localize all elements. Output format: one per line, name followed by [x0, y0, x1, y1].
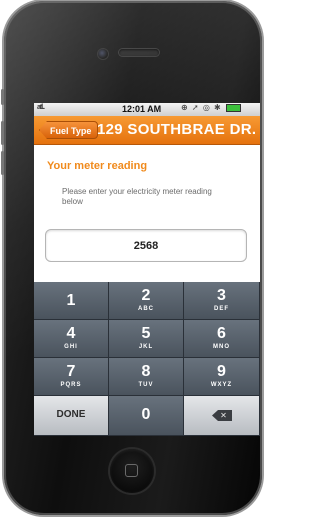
- home-square-icon: [125, 464, 138, 477]
- done-key[interactable]: DONE: [34, 396, 109, 436]
- home-button[interactable]: [110, 449, 154, 493]
- key-9[interactable]: 9 WXYZ: [184, 358, 260, 396]
- key-letters: JKL: [138, 344, 154, 350]
- status-time: 12:01 AM: [122, 104, 162, 114]
- key-1[interactable]: 1: [34, 282, 109, 320]
- navigation-bar: Fuel Type 129 SOUTHBRAE DR...: [34, 116, 260, 145]
- key-7[interactable]: 7 PQRS: [34, 358, 109, 396]
- meter-reading-form: Your meter reading Please enter your ele…: [34, 145, 260, 282]
- status-symbols: ⊕ ➚ ◎ ✱: [181, 103, 222, 112]
- status-bar: atl.. 12:01 AM ⊕ ➚ ◎ ✱: [34, 103, 260, 116]
- key-letters: PQRS: [60, 382, 82, 388]
- volume-down-button: [1, 151, 4, 175]
- key-digit: 3: [217, 287, 226, 304]
- delete-key[interactable]: ✕: [184, 396, 260, 436]
- done-label: DONE: [56, 409, 86, 420]
- page-title: 129 SOUTHBRAE DR...: [97, 121, 257, 138]
- key-4[interactable]: 4 GHI: [34, 320, 109, 358]
- key-digit: 2: [141, 287, 151, 304]
- back-button-fuel-type[interactable]: Fuel Type: [39, 121, 99, 139]
- numeric-keypad: 1 2 ABC 3 DEF 4 GHI 5 JKL 6 MNO 7 PQRS 8…: [34, 282, 260, 436]
- volume-up-button: [1, 121, 4, 145]
- status-icons: ⊕ ➚ ◎ ✱: [181, 103, 241, 112]
- signal-strength: atl..: [37, 104, 45, 111]
- key-5[interactable]: 5 JKL: [109, 320, 184, 358]
- front-camera: [98, 49, 108, 59]
- earpiece-speaker: [119, 49, 159, 56]
- key-digit: 5: [141, 325, 151, 342]
- section-title: Your meter reading: [47, 160, 148, 172]
- key-digit: 7: [66, 363, 76, 380]
- key-letters: TUV: [138, 382, 154, 388]
- backspace-icon: ✕: [212, 410, 232, 421]
- key-digit: 8: [141, 363, 151, 380]
- meter-reading-input[interactable]: 2568: [45, 229, 247, 262]
- key-letters: GHI: [64, 344, 78, 350]
- app-screen: atl.. 12:01 AM ⊕ ➚ ◎ ✱ Fuel Type 129 SOU…: [34, 103, 260, 436]
- key-letters: WXYZ: [210, 382, 233, 388]
- key-digit: 0: [141, 406, 151, 423]
- mute-switch: [1, 89, 4, 105]
- key-8[interactable]: 8 TUV: [109, 358, 184, 396]
- battery-icon: [226, 103, 241, 112]
- key-3[interactable]: 3 DEF: [184, 282, 260, 320]
- key-0[interactable]: 0: [109, 396, 184, 436]
- key-letters: ABC: [138, 306, 154, 312]
- key-letters: DEF: [214, 306, 229, 312]
- key-2[interactable]: 2 ABC: [109, 282, 184, 320]
- key-digit: 4: [66, 325, 76, 342]
- key-digit: 6: [217, 325, 226, 342]
- key-digit: 1: [66, 292, 76, 309]
- key-letters: MNO: [213, 344, 230, 350]
- instructions-text: Please enter your electricity meter read…: [62, 187, 212, 206]
- key-6[interactable]: 6 MNO: [184, 320, 260, 358]
- key-digit: 9: [217, 363, 226, 380]
